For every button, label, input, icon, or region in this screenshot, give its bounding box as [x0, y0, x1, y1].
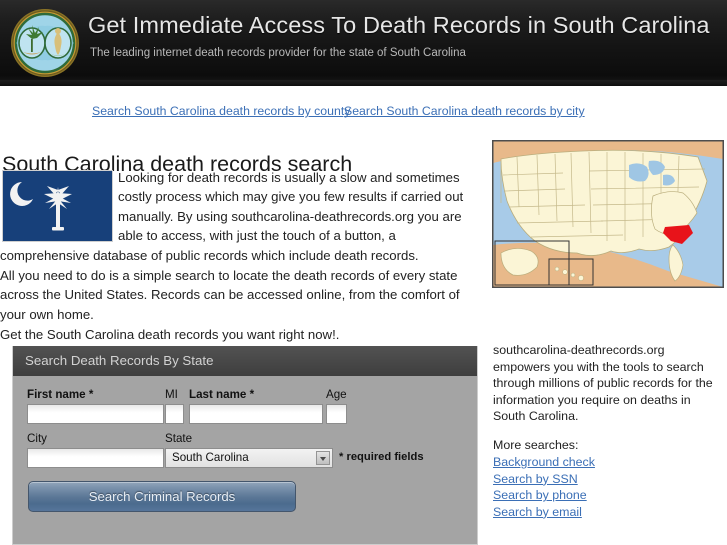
intro-text-block: Looking for death records is usually a s… — [0, 168, 487, 345]
city-label: City — [27, 432, 47, 445]
sidebar-link-list: Background check Search by SSN Search by… — [493, 454, 725, 520]
nav-link-search-by-county[interactable]: Search South Carolina death records by c… — [92, 104, 350, 118]
sidebar: southcarolina-deathrecords.org empowers … — [493, 342, 725, 520]
sidebar-more-searches-label: More searches: — [493, 437, 579, 452]
list-item: Search by phone — [493, 487, 725, 504]
search-death-records-panel: Search Death Records By State First name… — [12, 346, 478, 545]
list-item: Background check — [493, 454, 725, 471]
list-item: Search by email — [493, 504, 725, 521]
last-name-input[interactable] — [189, 404, 323, 424]
first-name-label: First name * — [27, 388, 94, 401]
site-header: Get Immediate Access To Death Records in… — [0, 0, 727, 86]
sidebar-link-search-by-phone[interactable]: Search by phone — [493, 488, 587, 502]
state-select-value: South Carolina — [172, 451, 249, 464]
us-map-image — [492, 140, 724, 288]
panel-title: Search Death Records By State — [25, 353, 214, 368]
sidebar-description: southcarolina-deathrecords.org empowers … — [493, 343, 713, 424]
sidebar-link-search-by-ssn[interactable]: Search by SSN — [493, 472, 578, 486]
state-label: State — [165, 432, 193, 445]
city-input[interactable] — [27, 448, 164, 468]
search-criminal-records-button[interactable]: Search Criminal Records — [28, 481, 296, 512]
nav-link-search-by-city[interactable]: Search South Carolina death records by c… — [344, 104, 585, 118]
age-input[interactable] — [326, 404, 347, 424]
state-select[interactable]: South Carolina — [165, 448, 333, 468]
panel-body: First name * MI Last name * Age City Sta… — [13, 376, 477, 545]
sidebar-link-search-by-email[interactable]: Search by email — [493, 505, 582, 519]
search-criminal-records-button-label: Search Criminal Records — [88, 489, 236, 504]
site-tagline: The leading internet death records provi… — [90, 47, 466, 59]
sidebar-link-background-check[interactable]: Background check — [493, 455, 595, 469]
required-fields-note: * required fields — [339, 451, 424, 463]
last-name-label: Last name * — [189, 388, 255, 401]
state-seal-icon — [8, 6, 82, 80]
flag-text-spacer — [0, 168, 118, 244]
chevron-down-icon[interactable] — [316, 451, 330, 465]
first-name-input[interactable] — [27, 404, 164, 424]
secondary-nav: Search South Carolina death records by c… — [0, 104, 727, 126]
site-title: Get Immediate Access To Death Records in… — [88, 12, 710, 38]
panel-header: Search Death Records By State — [13, 346, 477, 376]
age-label: Age — [326, 388, 347, 401]
intro-paragraph-3: Get the South Carolina death records you… — [0, 327, 340, 343]
middle-initial-input[interactable] — [165, 404, 184, 424]
list-item: Search by SSN — [493, 471, 725, 488]
intro-paragraph-2: All you need to do is a simple search to… — [0, 268, 460, 322]
page-root: Get Immediate Access To Death Records in… — [0, 0, 727, 545]
middle-initial-label: MI — [165, 388, 178, 401]
